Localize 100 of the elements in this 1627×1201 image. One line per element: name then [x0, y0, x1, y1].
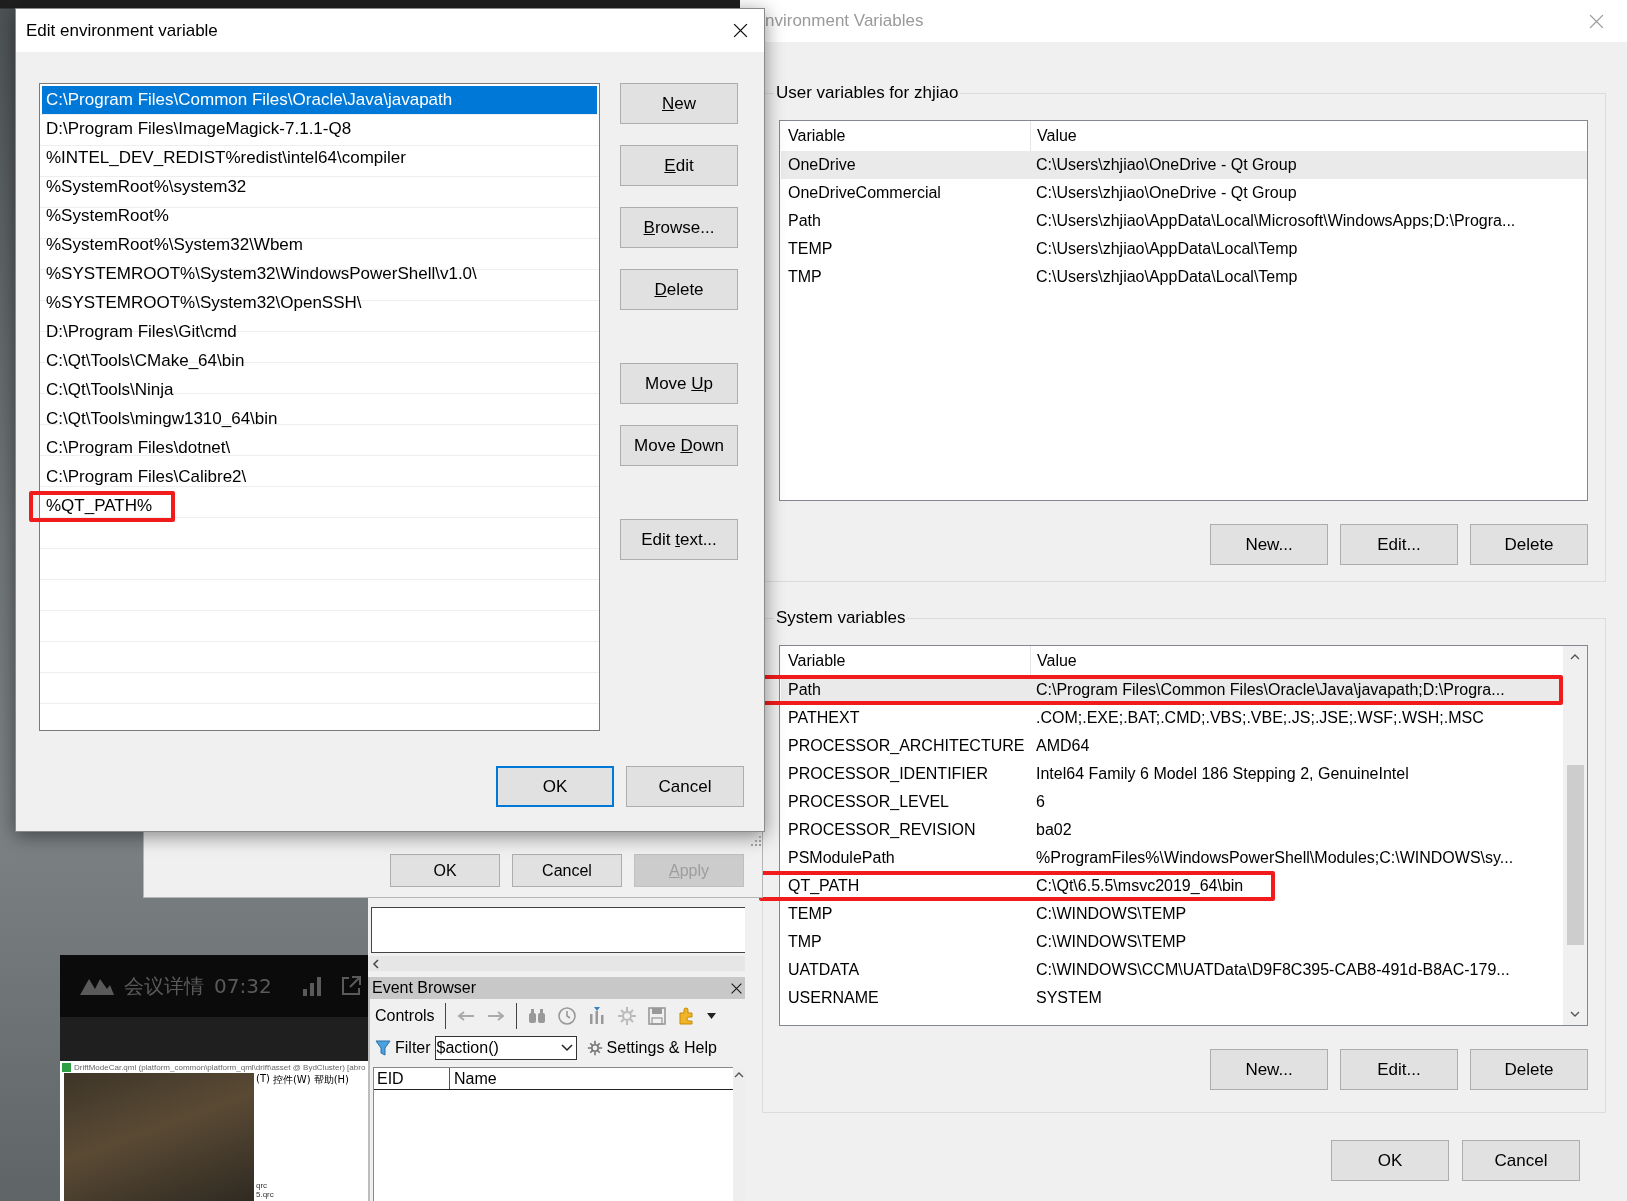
- list-item[interactable]: C:\Program Files\Common Files\Oracle\Java\javapath: [42, 86, 597, 114]
- table-row[interactable]: TMP C:\Users\zhjiao\AppData\Local\Temp: [781, 263, 1587, 291]
- list-item[interactable]: %INTEL_DEV_REDIST%redist\intel64\compiler: [42, 144, 597, 172]
- dialog-button[interactable]: Delete: [1470, 1049, 1588, 1090]
- column-header[interactable]: Value: [1031, 646, 1563, 676]
- variable-cell-text: PATHEXT: [787, 708, 861, 728]
- variable-cell-text: PSModulePath: [787, 848, 896, 868]
- dialog-button[interactable]: New...: [1210, 1049, 1328, 1090]
- table-row[interactable]: Path C:\Users\zhjiao\AppData\Local\Microsoft\WindowsApps;D:\Progra...: [781, 207, 1587, 235]
- list-item[interactable]: C:\Qt\Tools\CMake_64\bin: [42, 347, 597, 375]
- dialog-button[interactable]: OK: [390, 854, 500, 887]
- dialog-button[interactable]: Move Down: [620, 425, 738, 466]
- toolbar-label: Controls: [375, 1007, 435, 1025]
- value-cell-text: Intel64 Family 6 Model 186 Stepping 2, GenuineIntel: [1035, 764, 1410, 784]
- list-item[interactable]: %SYSTEMROOT%\System32\WindowsPowerShell\v1.0\: [42, 260, 597, 288]
- clock-icon[interactable]: [556, 1006, 577, 1026]
- list-item[interactable]: %SYSTEMROOT%\System32\OpenSSH\: [42, 289, 597, 317]
- filter-label: Filter: [395, 1039, 431, 1057]
- menu-item[interactable]: 帮助(H): [313, 1073, 349, 1087]
- save-icon[interactable]: [646, 1006, 667, 1026]
- scrollbar[interactable]: [1563, 646, 1587, 1025]
- close-icon[interactable]: [730, 981, 743, 995]
- table-row[interactable]: PROCESSOR_LEVEL 6: [781, 788, 1563, 816]
- list-item[interactable]: C:\Program Files\dotnet\: [42, 434, 597, 462]
- cancel-button[interactable]: Cancel: [1462, 1140, 1580, 1181]
- close-icon[interactable]: [732, 22, 749, 39]
- gear-icon[interactable]: [616, 1006, 637, 1026]
- table-row[interactable]: USERNAME SYSTEM: [781, 984, 1563, 1012]
- table-row[interactable]: TMP C:\WINDOWS\TEMP: [781, 928, 1563, 956]
- binoculars-icon[interactable]: [526, 1006, 547, 1026]
- dialog-button[interactable]: Cancel: [512, 854, 622, 887]
- list-item[interactable]: %QT_PATH%: [42, 492, 597, 520]
- funnel-icon: [375, 1039, 391, 1057]
- shared-window-title: DriftModeCar.qml (platform_common\platform_qml\drift\asset @ BydCluster) [abro: [74, 1062, 366, 1072]
- caret-icon[interactable]: [560, 1044, 573, 1052]
- value-cell-text: C:\WINDOWS\TEMP: [1035, 932, 1188, 952]
- table-row[interactable]: PSModulePath %ProgramFiles%\WindowsPowerShell\Modules;C:\WINDOWS\sy...: [781, 844, 1563, 872]
- dialog-button[interactable]: Edit...: [1340, 524, 1458, 565]
- group-label: System variables: [775, 608, 907, 628]
- list-item[interactable]: D:\Program Files\ImageMagick-7.1.1-Q8: [42, 115, 597, 143]
- menu-item[interactable]: (T): [256, 1073, 270, 1087]
- dialog-button[interactable]: Edit text...: [620, 519, 738, 560]
- dialog-button[interactable]: Move Up: [620, 363, 738, 404]
- menu-item[interactable]: 控件(W): [272, 1073, 311, 1087]
- table-row[interactable]: OneDrive C:\Users\zhjiao\OneDrive - Qt Group: [781, 151, 1587, 179]
- value-cell-text: C:\Users\zhjiao\AppData\Local\Temp: [1035, 239, 1299, 259]
- dialog-button[interactable]: Delete: [1470, 524, 1588, 565]
- list-item[interactable]: %SystemRoot%: [42, 202, 597, 230]
- list-item[interactable]: C:\Qt\Tools\mingw1310_64\bin: [42, 405, 597, 433]
- value-cell-text: C:\Users\zhjiao\OneDrive - Qt Group: [1035, 183, 1298, 203]
- meeting-title: 会议详情: [124, 972, 204, 1000]
- file-name: qrc: [256, 1181, 269, 1190]
- external-link-icon[interactable]: [339, 975, 362, 997]
- dialog-button[interactable]: Edit: [620, 145, 738, 186]
- variable-cell-text: USERNAME: [787, 988, 880, 1008]
- dialog-button[interactable]: New: [620, 83, 738, 124]
- caret-icon[interactable]: [706, 1013, 716, 1019]
- scrollbar-thumb[interactable]: [1566, 765, 1584, 945]
- table-row[interactable]: TEMP C:\WINDOWS\TEMP: [781, 900, 1563, 928]
- list-item[interactable]: %SystemRoot%\system32: [42, 173, 597, 201]
- dialog-button[interactable]: Delete: [620, 269, 738, 310]
- ok-button[interactable]: OK: [496, 766, 614, 807]
- panel-title: Event Browser: [372, 979, 477, 997]
- table-row[interactable]: PROCESSOR_ARCHITECTURE AMD64: [781, 732, 1563, 760]
- value-cell-text: C:\WINDOWS\CCM\UATData\D9F8C395-CAB8-491d-B8AC-179...: [1035, 960, 1511, 980]
- list-item[interactable]: C:\Qt\Tools\Ninja: [42, 376, 597, 404]
- list-item[interactable]: %SystemRoot%\System32\Wbem: [42, 231, 597, 259]
- ok-button[interactable]: OK: [1331, 1140, 1449, 1181]
- horizontal-scrollbar[interactable]: [368, 956, 745, 971]
- column-header[interactable]: Name: [450, 1068, 497, 1089]
- column-header[interactable]: Value: [1031, 121, 1587, 151]
- list-item[interactable]: D:\Program Files\Git\cmd: [42, 318, 597, 346]
- dialog-button[interactable]: New...: [1210, 524, 1328, 565]
- variable-cell-text: PROCESSOR_REVISION: [787, 820, 977, 840]
- value-cell-text: .COM;.EXE;.BAT;.CMD;.VBS;.VBE;.JS;.JSE;.WSF;.WSH;.MSC: [1035, 708, 1485, 728]
- table-row[interactable]: PROCESSOR_REVISION ba02: [781, 816, 1563, 844]
- variable-cell-text: TMP: [787, 267, 823, 287]
- variable-cell-text: TEMP: [787, 239, 834, 259]
- gear-icon[interactable]: [586, 1040, 603, 1056]
- table-row[interactable]: PROCESSOR_IDENTIFIER Intel64 Family 6 Model 186 Stepping 2, GenuineIntel: [781, 760, 1563, 788]
- variable-cell-text: Path: [787, 211, 822, 231]
- column-header[interactable]: Variable: [781, 646, 1031, 676]
- settings-link[interactable]: Settings & Help: [606, 1039, 717, 1057]
- table-row[interactable]: OneDriveCommercial C:\Users\zhjiao\OneDrive - Qt Group: [781, 179, 1587, 207]
- table-row[interactable]: UATDATA C:\WINDOWS\CCM\UATData\D9F8C395-CAB8-491d-B8AC-179...: [781, 956, 1563, 984]
- cancel-button[interactable]: Cancel: [626, 766, 744, 807]
- value-cell-text: C:\Users\zhjiao\OneDrive - Qt Group: [1035, 155, 1298, 175]
- table-row[interactable]: PATHEXT .COM;.EXE;.BAT;.CMD;.VBS;.VBE;.JS;.JSE;.WSF;.WSH;.MSC: [781, 704, 1563, 732]
- value-cell-text: C:\Qt\6.5.5\msvc2019_64\bin: [1035, 876, 1245, 896]
- resize-grip-icon[interactable]: [750, 835, 762, 847]
- variable-cell-text: UATDATA: [787, 960, 861, 980]
- value-cell-text: SYSTEM: [1035, 988, 1103, 1008]
- dialog-button[interactable]: Browse...: [620, 207, 738, 248]
- filter-combo[interactable]: $action(): [434, 1036, 577, 1060]
- variable-cell-text: OneDriveCommercial: [787, 183, 942, 203]
- column-header[interactable]: EID: [374, 1068, 450, 1089]
- dialog-button[interactable]: Edit...: [1340, 1049, 1458, 1090]
- table-row[interactable]: TEMP C:\Users\zhjiao\AppData\Local\Temp: [781, 235, 1587, 263]
- table-row[interactable]: QT_PATH C:\Qt\6.5.5\msvc2019_64\bin: [781, 872, 1563, 900]
- list-item[interactable]: C:\Program Files\Calibre2\: [42, 463, 597, 491]
